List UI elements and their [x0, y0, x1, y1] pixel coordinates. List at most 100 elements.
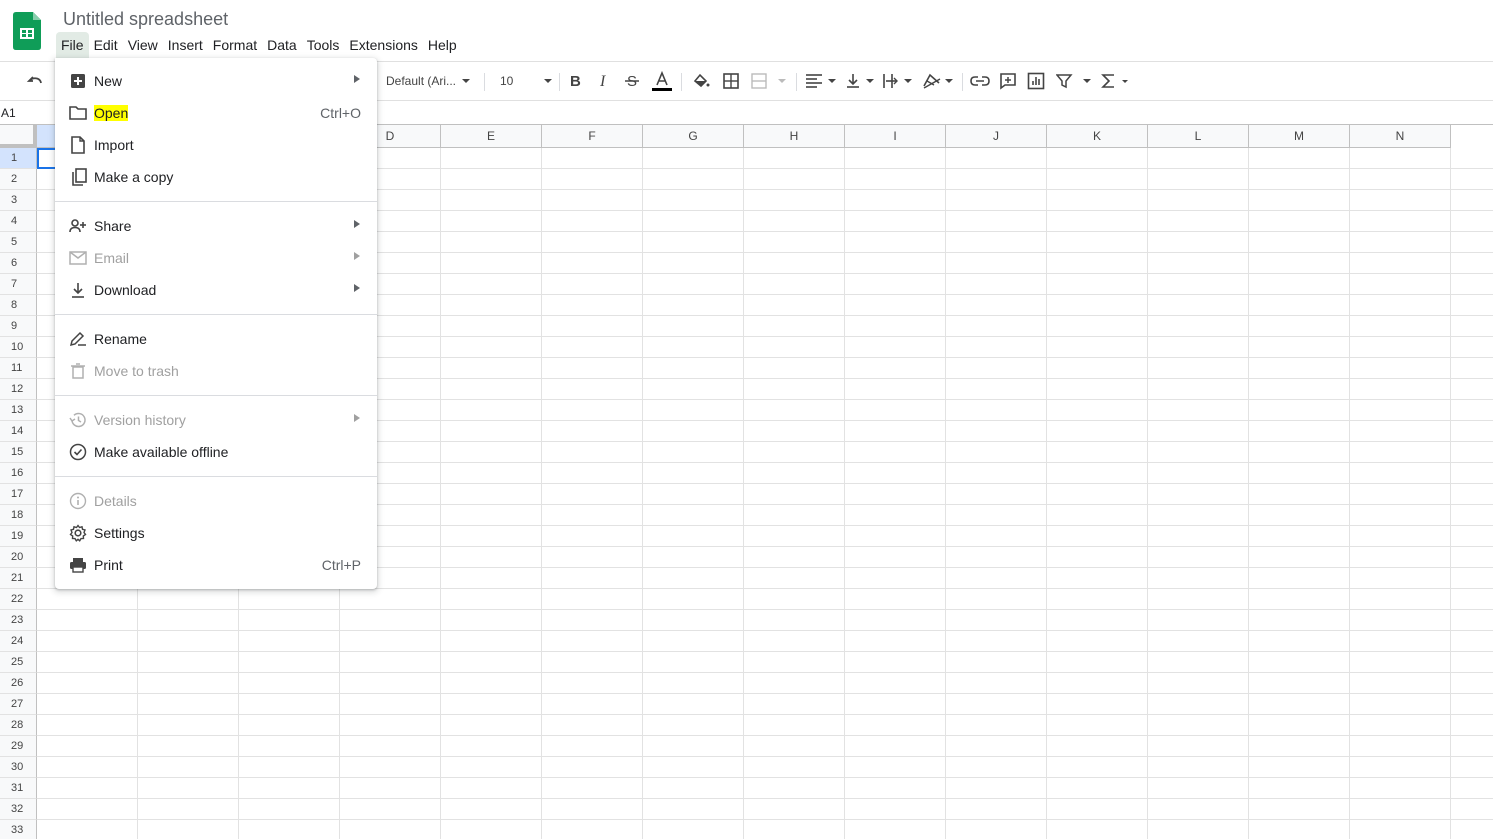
row-header[interactable]: 17 [0, 484, 37, 505]
row-header[interactable]: 20 [0, 547, 37, 568]
insert-comment-icon[interactable] [998, 69, 1018, 93]
row-header[interactable]: 4 [0, 211, 37, 232]
row-header[interactable]: 29 [0, 736, 37, 757]
row-header[interactable]: 5 [0, 232, 37, 253]
row-header[interactable]: 8 [0, 295, 37, 316]
menu-data[interactable]: Data [262, 32, 302, 58]
row-header[interactable]: 6 [0, 253, 37, 274]
menu-format[interactable]: Format [208, 32, 262, 58]
menu-item-open[interactable]: Open Ctrl+O [55, 97, 377, 129]
column-header[interactable]: K [1047, 125, 1148, 148]
row-header[interactable]: 25 [0, 652, 37, 673]
menu-item-new[interactable]: New [55, 65, 377, 97]
row-header[interactable]: 18 [0, 505, 37, 526]
row-header[interactable]: 26 [0, 673, 37, 694]
menu-help[interactable]: Help [423, 32, 462, 58]
menu-item-download[interactable]: Download [55, 274, 377, 306]
column-header[interactable]: M [1249, 125, 1350, 148]
row-header[interactable]: 10 [0, 337, 37, 358]
column-header[interactable]: N [1350, 125, 1451, 148]
font-family-select[interactable]: Default (Ari... [386, 69, 478, 93]
menu-item-move-to-trash[interactable]: Move to trash [55, 355, 377, 387]
insert-link-icon[interactable] [970, 69, 990, 93]
row-header[interactable]: 1 [0, 148, 37, 169]
submenu-arrow-icon [354, 75, 360, 83]
bold-icon[interactable]: B [567, 69, 585, 93]
row-header[interactable]: 11 [0, 358, 37, 379]
row-header[interactable]: 31 [0, 778, 37, 799]
document-title[interactable]: Untitled spreadsheet [63, 9, 228, 30]
row-header[interactable]: 32 [0, 799, 37, 820]
column-header[interactable]: I [845, 125, 946, 148]
row-header[interactable]: 21 [0, 568, 37, 589]
font-size-select[interactable]: 10 [500, 69, 552, 93]
vertical-align-icon[interactable] [845, 69, 875, 93]
menubar: File Edit View Insert Format Data Tools … [56, 32, 462, 58]
menu-item-import[interactable]: Import [55, 129, 377, 161]
menu-tools[interactable]: Tools [302, 32, 345, 58]
menu-item-email[interactable]: Email [55, 242, 377, 274]
menu-item-settings[interactable]: Settings [55, 517, 377, 549]
row-header[interactable]: 27 [0, 694, 37, 715]
row-header[interactable]: 12 [0, 379, 37, 400]
row-header[interactable]: 15 [0, 442, 37, 463]
text-wrapping-icon[interactable] [883, 69, 913, 93]
row-header[interactable]: 7 [0, 274, 37, 295]
row-header[interactable]: 13 [0, 400, 37, 421]
menu-item-details[interactable]: Details [55, 485, 377, 517]
row-header[interactable]: 9 [0, 316, 37, 337]
menu-item-version-history[interactable]: Version history [55, 404, 377, 436]
menu-item-print[interactable]: Print Ctrl+P [55, 549, 377, 581]
row-header[interactable]: 14 [0, 421, 37, 442]
column-header[interactable]: G [643, 125, 744, 148]
row-header[interactable]: 22 [0, 589, 37, 610]
row-header[interactable]: 3 [0, 190, 37, 211]
offline-check-icon [69, 443, 87, 461]
menu-item-rename[interactable]: Rename [55, 323, 377, 355]
strikethrough-icon[interactable]: S [623, 69, 641, 93]
row-header[interactable]: 23 [0, 610, 37, 631]
row-header[interactable]: 19 [0, 526, 37, 547]
column-header[interactable]: F [542, 125, 643, 148]
row-header[interactable]: 24 [0, 631, 37, 652]
column-header[interactable]: J [946, 125, 1047, 148]
download-icon [69, 281, 87, 299]
row-header[interactable]: 33 [0, 820, 37, 839]
column-header[interactable]: E [441, 125, 542, 148]
horizontal-align-icon[interactable] [805, 69, 837, 93]
column-header[interactable]: L [1148, 125, 1249, 148]
menu-edit[interactable]: Edit [89, 32, 123, 58]
functions-icon[interactable] [1101, 69, 1131, 93]
text-rotation-icon[interactable] [922, 69, 954, 93]
menu-file[interactable]: File [56, 32, 89, 58]
name-box[interactable]: A1 [1, 106, 16, 120]
borders-icon[interactable] [721, 69, 741, 93]
row-header[interactable]: 2 [0, 169, 37, 190]
select-all-corner[interactable] [0, 125, 37, 148]
menu-item-make-copy[interactable]: Make a copy [55, 161, 377, 193]
menu-view[interactable]: View [123, 32, 163, 58]
merge-cells-icon[interactable] [751, 69, 787, 93]
filter-icon[interactable] [1056, 69, 1092, 93]
file-icon [69, 136, 87, 154]
text-color-icon[interactable] [651, 69, 673, 93]
undo-icon[interactable] [24, 69, 46, 93]
menu-extensions[interactable]: Extensions [344, 32, 422, 58]
row-header[interactable]: 30 [0, 757, 37, 778]
gear-icon [69, 524, 87, 542]
svg-text:B: B [570, 73, 581, 89]
menu-insert[interactable]: Insert [163, 32, 208, 58]
menu-item-label: Download [94, 282, 157, 298]
fill-color-icon[interactable] [691, 69, 711, 93]
printer-icon [69, 556, 87, 574]
svg-text:I: I [599, 73, 606, 89]
row-header[interactable]: 16 [0, 463, 37, 484]
column-header[interactable]: H [744, 125, 845, 148]
shortcut-label: Ctrl+P [321, 557, 361, 573]
sheets-logo-icon[interactable] [13, 12, 41, 50]
menu-item-make-available-offline[interactable]: Make available offline [55, 436, 377, 468]
row-header[interactable]: 28 [0, 715, 37, 736]
italic-icon[interactable]: I [596, 69, 614, 93]
insert-chart-icon[interactable] [1026, 69, 1046, 93]
menu-item-share[interactable]: Share [55, 210, 377, 242]
